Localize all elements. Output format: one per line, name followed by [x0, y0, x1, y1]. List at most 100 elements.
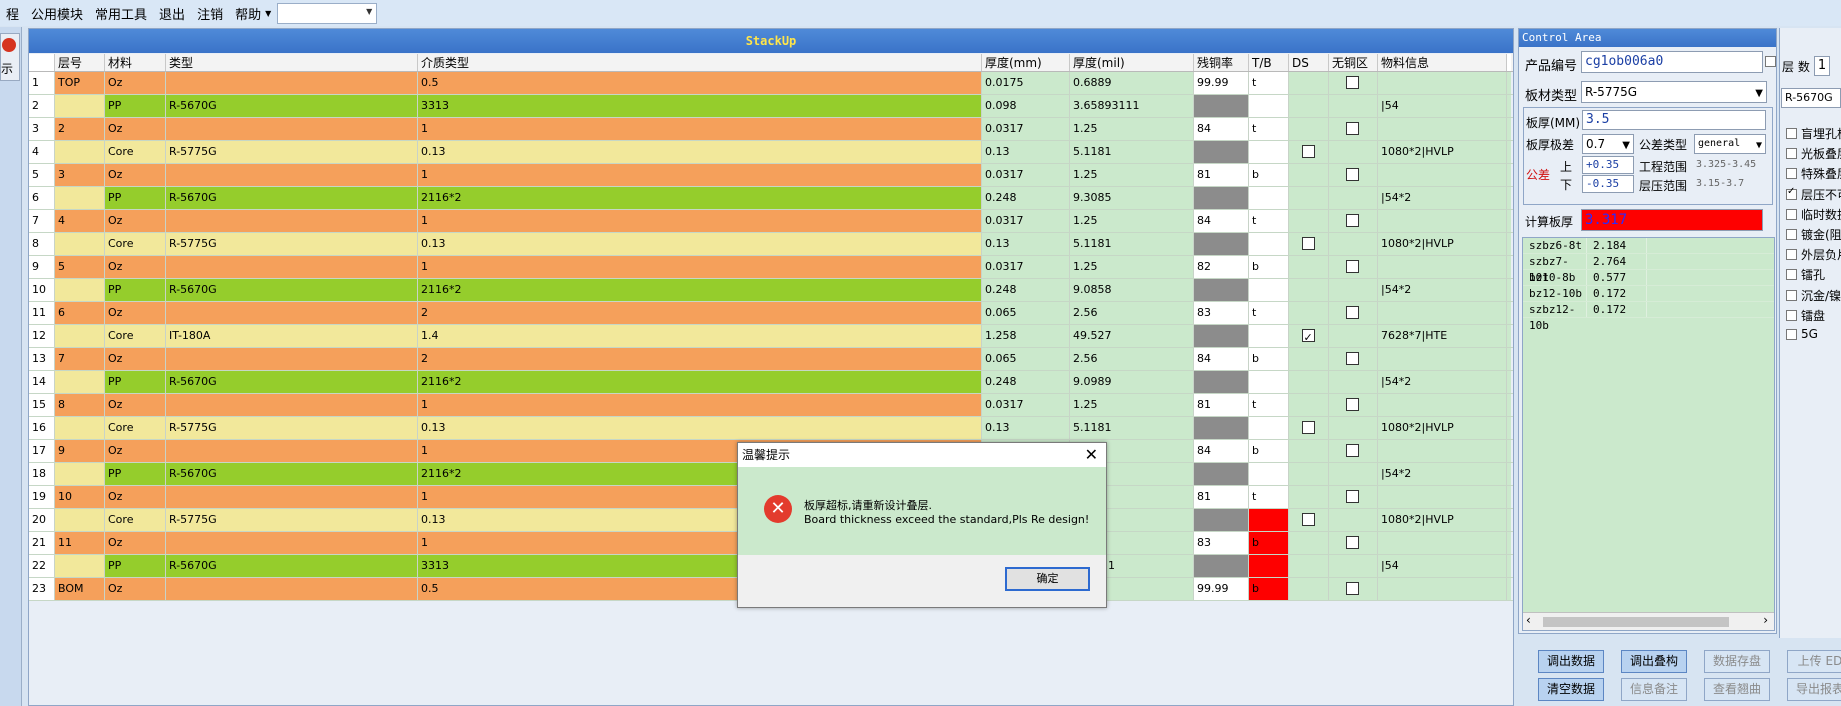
- checkbox-box[interactable]: [1786, 249, 1797, 261]
- cell-ds[interactable]: [1289, 118, 1329, 140]
- cell-thickness-mil[interactable]: 3.65893111: [1070, 95, 1194, 117]
- cell-dielectric[interactable]: 1: [418, 118, 982, 140]
- cell-dielectric[interactable]: 2116*2: [418, 371, 982, 393]
- cell-thickness-mil[interactable]: 9.3085: [1070, 187, 1194, 209]
- cell-layer[interactable]: [55, 555, 105, 577]
- menu-dropdown[interactable]: ▼: [277, 2, 378, 24]
- ds-checkbox[interactable]: [1301, 421, 1315, 434]
- cell-thickness-mm[interactable]: 0.065: [982, 302, 1070, 324]
- cell-no-copper[interactable]: [1329, 164, 1378, 186]
- cell-thickness-mil[interactable]: 49.527: [1070, 325, 1194, 347]
- board-type-select[interactable]: R-5775G ▼: [1581, 81, 1767, 103]
- horizontal-scrollbar[interactable]: ‹ ›: [1523, 612, 1774, 630]
- action-button[interactable]: 调出数据: [1538, 650, 1604, 673]
- cell-thickness-mm[interactable]: 0.0317: [982, 210, 1070, 232]
- cell-no-copper[interactable]: [1329, 72, 1378, 94]
- cell-material[interactable]: Core: [105, 417, 166, 439]
- cell-material[interactable]: Oz: [105, 164, 166, 186]
- cell-material[interactable]: PP: [105, 95, 166, 117]
- cell-material-info[interactable]: [1378, 256, 1507, 278]
- cell-type[interactable]: [166, 210, 418, 232]
- no-copper-checkbox[interactable]: [1346, 306, 1359, 319]
- cell-no-copper[interactable]: [1329, 256, 1378, 278]
- option-checkbox[interactable]: 5G: [1786, 327, 1818, 341]
- cell-ds[interactable]: [1289, 164, 1329, 186]
- cell-layer[interactable]: 10: [55, 486, 105, 508]
- cell-thickness-mil[interactable]: 2.56: [1070, 348, 1194, 370]
- cell-row-number[interactable]: 10: [29, 279, 55, 301]
- cell-thickness-mil[interactable]: 1.25: [1070, 118, 1194, 140]
- cell-ds[interactable]: [1289, 371, 1329, 393]
- cell-material[interactable]: Oz: [105, 348, 166, 370]
- ds-checkbox[interactable]: [1301, 327, 1315, 347]
- cell-material-info[interactable]: 1080*2|HVLP: [1378, 417, 1507, 439]
- cell-row-number[interactable]: 5: [29, 164, 55, 186]
- col-header-copper-rate[interactable]: 残铜率: [1194, 54, 1249, 71]
- cell-type[interactable]: [166, 486, 418, 508]
- cell-ds[interactable]: [1289, 555, 1329, 577]
- menu-item-help[interactable]: 帮助: [229, 4, 267, 23]
- cell-type[interactable]: [166, 440, 418, 462]
- cell-tb[interactable]: [1249, 233, 1289, 255]
- cell-layer[interactable]: [55, 95, 105, 117]
- cell-row-number[interactable]: 8: [29, 233, 55, 255]
- cell-row-number[interactable]: 3: [29, 118, 55, 140]
- cell-thickness-mil[interactable]: 5.1181: [1070, 141, 1194, 163]
- cell-type[interactable]: R-5775G: [166, 417, 418, 439]
- cell-copper-rate[interactable]: 81: [1194, 486, 1249, 508]
- cell-row-number[interactable]: 23: [29, 578, 55, 600]
- cell-row-number[interactable]: 15: [29, 394, 55, 416]
- action-button[interactable]: 调出叠构: [1621, 650, 1687, 673]
- cell-tb[interactable]: t: [1249, 302, 1289, 324]
- cell-type[interactable]: [166, 164, 418, 186]
- cell-dielectric[interactable]: 0.13: [418, 417, 982, 439]
- cell-layer[interactable]: [55, 371, 105, 393]
- cell-copper-rate[interactable]: 84: [1194, 440, 1249, 462]
- cell-thickness-mm[interactable]: 0.248: [982, 187, 1070, 209]
- option-checkbox[interactable]: 镭盘: [1786, 307, 1825, 324]
- cell-material[interactable]: PP: [105, 555, 166, 577]
- option-checkbox[interactable]: 镀金(阻挡: [1786, 226, 1841, 243]
- cell-dielectric[interactable]: 0.13: [418, 233, 982, 255]
- action-button[interactable]: 信息备注: [1621, 678, 1687, 701]
- cell-filler[interactable]: [1507, 233, 1511, 255]
- no-copper-checkbox[interactable]: [1346, 214, 1359, 227]
- checkbox-box[interactable]: [1786, 309, 1797, 321]
- table-row[interactable]: 15 8 Oz 1 0.0317 1.25 81 t: [29, 394, 1513, 417]
- cell-thickness-mil[interactable]: 1.25: [1070, 164, 1194, 186]
- cell-layer[interactable]: 5: [55, 256, 105, 278]
- cell-thickness-mil[interactable]: 1.25: [1070, 256, 1194, 278]
- cell-layer[interactable]: 7: [55, 348, 105, 370]
- cell-material-info[interactable]: |54*2: [1378, 279, 1507, 301]
- action-button[interactable]: 数据存盘: [1704, 650, 1770, 673]
- cell-row-number[interactable]: 11: [29, 302, 55, 324]
- cell-copper-rate[interactable]: [1194, 325, 1249, 347]
- scroll-right-icon[interactable]: ›: [1763, 613, 1768, 627]
- cell-layer[interactable]: [55, 463, 105, 485]
- table-row[interactable]: 14 PP R-5670G 2116*2 0.248 9.0989 |54*2: [29, 371, 1513, 394]
- cell-copper-rate[interactable]: [1194, 141, 1249, 163]
- cell-filler[interactable]: [1507, 486, 1511, 508]
- cell-material[interactable]: Oz: [105, 578, 166, 600]
- cell-copper-rate[interactable]: 81: [1194, 164, 1249, 186]
- cell-layer[interactable]: TOP: [55, 72, 105, 94]
- cell-no-copper[interactable]: [1329, 141, 1378, 163]
- cell-row-number[interactable]: 2: [29, 95, 55, 117]
- checkbox-box[interactable]: [1786, 186, 1797, 200]
- no-copper-checkbox[interactable]: [1346, 444, 1359, 457]
- cell-layer[interactable]: 4: [55, 210, 105, 232]
- cell-filler[interactable]: [1507, 95, 1511, 117]
- cell-dielectric[interactable]: 1: [418, 394, 982, 416]
- menu-item-exit[interactable]: 退出: [153, 4, 191, 23]
- checkbox-box[interactable]: [1786, 229, 1797, 240]
- table-row[interactable]: 1 TOP Oz 0.5 0.0175 0.6889 99.99 t: [29, 72, 1513, 95]
- cell-dielectric[interactable]: 1: [418, 256, 982, 278]
- cell-no-copper[interactable]: [1329, 486, 1378, 508]
- cell-filler[interactable]: [1507, 348, 1511, 370]
- cell-no-copper[interactable]: [1329, 348, 1378, 370]
- cell-copper-rate[interactable]: [1194, 187, 1249, 209]
- menu-item-logout[interactable]: 注销: [191, 4, 229, 23]
- cell-thickness-mil[interactable]: 9.0858: [1070, 279, 1194, 301]
- cell-thickness-mm[interactable]: 1.258: [982, 325, 1070, 347]
- thickness-tol-select[interactable]: 0.7 ▼: [1582, 134, 1634, 154]
